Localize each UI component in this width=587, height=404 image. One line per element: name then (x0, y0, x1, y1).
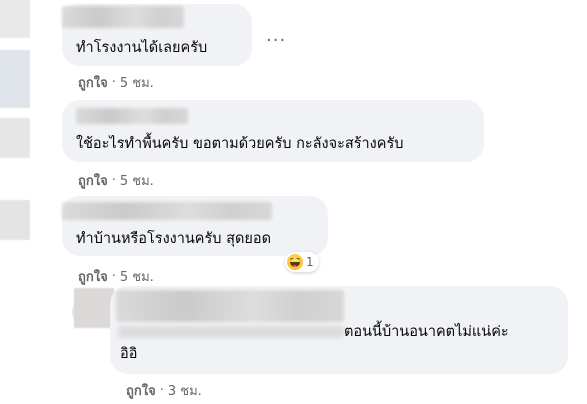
avatar[interactable] (0, 50, 30, 108)
separator: · (159, 383, 164, 398)
comment-text-line-2: อิอิ (120, 346, 138, 362)
comment-actions: ถูกใจ · 5 ชม. (78, 170, 154, 191)
blurred-mention (118, 326, 344, 338)
comment-text: ทำบ้านหรือโรงงานครับ สุดยอด (76, 231, 271, 247)
comment-timestamp[interactable]: 5 ชม. (120, 72, 154, 93)
comment-bubble: ทำบ้านหรือโรงงานครับ สุดยอด (62, 196, 328, 256)
like-button[interactable]: ถูกใจ (78, 72, 108, 93)
avatar[interactable] (0, 200, 30, 240)
comment-author-name[interactable] (62, 6, 184, 28)
comment-timestamp[interactable]: 5 ชม. (120, 170, 154, 191)
comment-text: ใช้อะไรทำพื้นครับ ขอตามด้วยครับ กะลังจะส… (76, 136, 404, 152)
comment-actions: ถูกใจ · 5 ชม. (78, 72, 154, 93)
comment-timestamp[interactable]: 5 ชม. (120, 266, 154, 287)
reply-avatar[interactable] (74, 288, 114, 328)
comment-text: ทำโรงงานได้เลยครับ (76, 40, 208, 56)
comments-thread: ทำโรงงานได้เลยครับ ··· ถูกใจ · 5 ชม. ใช้… (0, 0, 587, 404)
like-button[interactable]: ถูกใจ (78, 266, 108, 287)
comment-author-name[interactable] (62, 202, 272, 220)
separator: · (111, 75, 116, 90)
haha-icon (287, 254, 303, 270)
comment-author-name[interactable] (76, 108, 188, 124)
comment-bubble: ใช้อะไรทำพื้นครับ ขอตามด้วยครับ กะลังจะส… (62, 100, 484, 162)
more-options-icon[interactable]: ··· (266, 32, 286, 50)
avatar[interactable] (0, 0, 30, 38)
comment-timestamp[interactable]: 3 ชม. (168, 380, 202, 401)
avatar[interactable] (0, 118, 30, 158)
separator: · (111, 269, 116, 284)
like-button[interactable]: ถูกใจ (78, 170, 108, 191)
comment-text-line-1: ตอนนี้บ้านอนาคตไม่แน่ค่ะ (344, 324, 509, 340)
reaction-count-label: 1 (306, 255, 314, 269)
comment-author-name[interactable] (116, 290, 344, 322)
comment-bubble: ทำโรงงานได้เลยครับ (62, 4, 252, 66)
comment-actions: ถูกใจ · 3 ชม. (126, 380, 202, 401)
comment-actions: ถูกใจ · 5 ชม. (78, 266, 154, 287)
reply-bubble: ตอนนี้บ้านอนาคตไม่แน่ค่ะ อิอิ (110, 286, 568, 374)
separator: · (111, 173, 116, 188)
like-button[interactable]: ถูกใจ (126, 380, 156, 401)
reaction-count[interactable]: 1 (285, 252, 319, 272)
